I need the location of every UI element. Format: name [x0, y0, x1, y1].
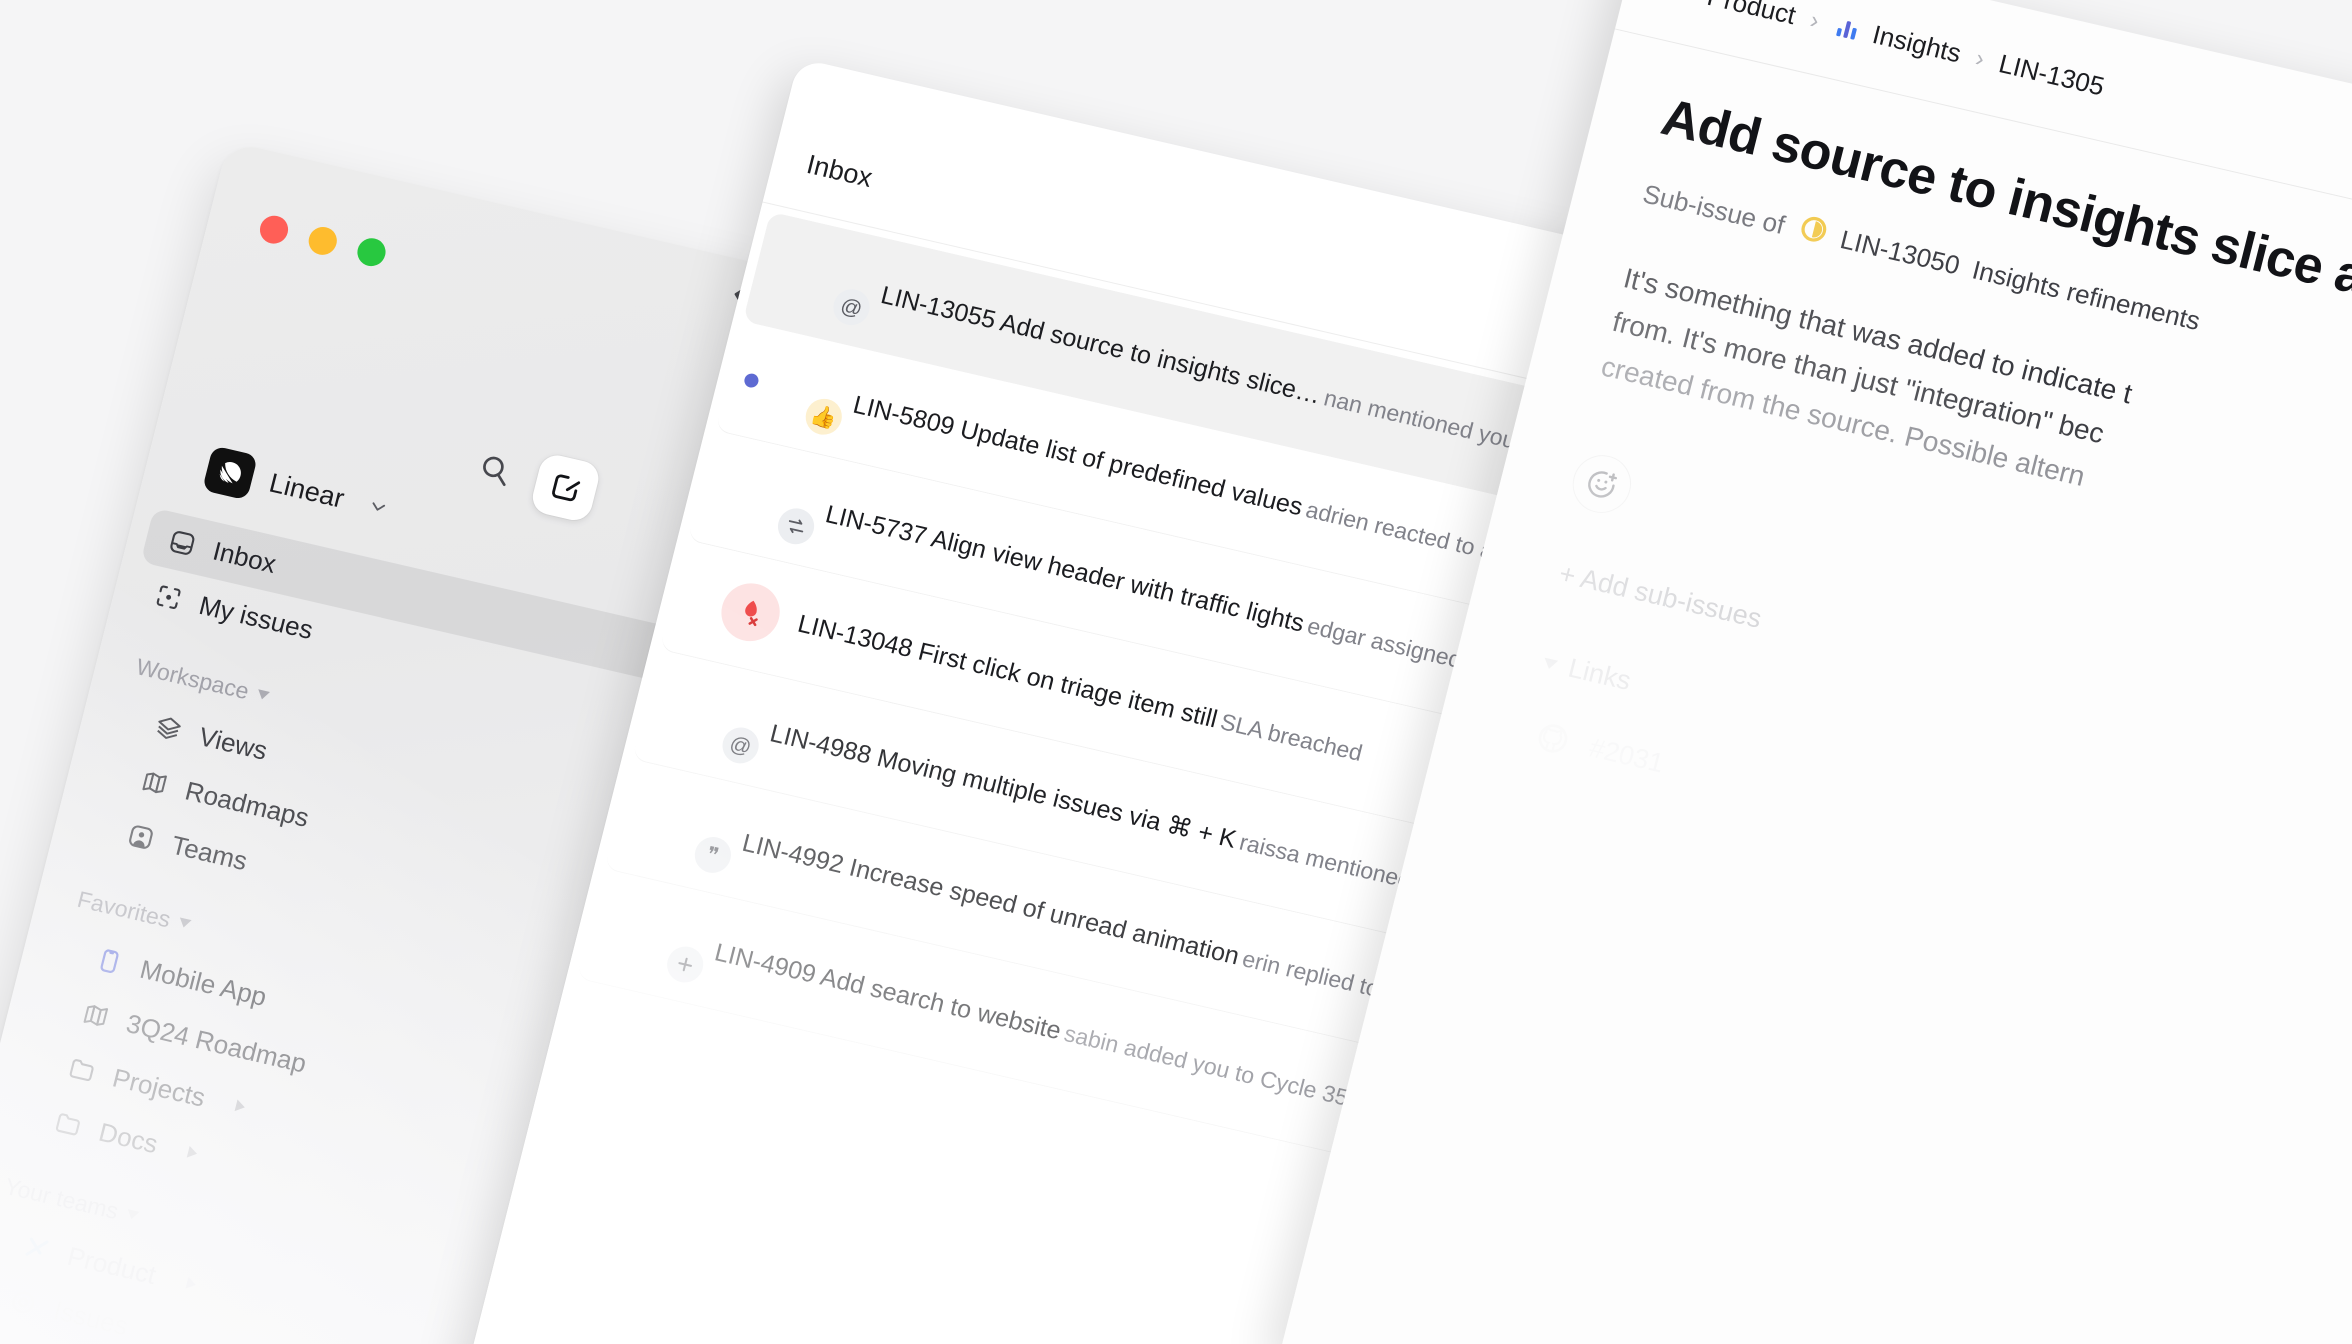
status-in-progress-icon: [1793, 211, 1831, 254]
unread-spacer: [634, 817, 648, 820]
sidebar-item-label: Inbox: [209, 535, 280, 579]
sidebar-section-label: Favorites: [74, 885, 174, 932]
mention-icon: @: [718, 723, 763, 767]
breadcrumb-item-issue-id[interactable]: LIN-1305: [1996, 48, 2108, 102]
window-traffic-lights[interactable]: [256, 212, 389, 269]
insights-bars-icon: [1836, 20, 1857, 39]
avatar: [743, 468, 819, 548]
breadcrumb-label: Product: [1704, 0, 1799, 31]
assign-icon: [774, 504, 819, 548]
sidebar-item-label: Views: [196, 720, 271, 766]
add-reaction-button[interactable]: [1566, 449, 1638, 519]
teams-icon: [124, 820, 158, 853]
sidebar-item-label: My issues: [196, 589, 317, 645]
avatar: [715, 577, 786, 647]
close-window-button[interactable]: [256, 212, 292, 247]
layers-icon: [151, 712, 185, 745]
avatar: [632, 906, 708, 986]
breadcrumb-separator: ›: [1807, 6, 1822, 35]
chevron-down-icon: [1542, 657, 1559, 670]
link-label: #2031: [1586, 732, 1667, 779]
unread-spacer: [717, 489, 731, 492]
parent-issue-id[interactable]: LIN-13050: [1837, 224, 1963, 281]
breadcrumb: Product › Insights › LIN-1305: [1665, 0, 2107, 102]
add-reaction-icon: [1588, 471, 1618, 498]
sub-issue-of-label: Sub-issue of: [1639, 178, 1789, 241]
breadcrumb-separator: ›: [1972, 44, 1988, 73]
workspace-switcher[interactable]: Linear: [201, 445, 394, 531]
chevron-down-icon: [177, 917, 192, 929]
avatar: @: [798, 249, 874, 329]
folder-icon: [65, 1053, 99, 1086]
breadcrumb-item-insights[interactable]: Insights: [1830, 10, 1964, 69]
issue-description: It's something that was added to indicat…: [1596, 256, 2352, 635]
issues-icon: [6, 1286, 40, 1319]
thumbs-up-icon: 👍: [801, 395, 846, 439]
compose-icon: [552, 474, 581, 502]
minimize-window-button[interactable]: [305, 224, 340, 258]
inbox-row-subtitle: nan mentioned you: [1321, 383, 1519, 454]
linear-logo-icon: [201, 445, 259, 501]
link-item[interactable]: #2031: [1531, 717, 1668, 781]
add-sub-issues-button[interactable]: + Add sub-issues: [1556, 558, 1765, 634]
sidebar-actions: [471, 438, 603, 524]
avatar: ❞: [660, 797, 735, 877]
chevron-right-icon[interactable]: [185, 1276, 197, 1291]
chevron-down-icon: [255, 689, 270, 701]
parent-issue-title[interactable]: Insights refinements: [1969, 255, 2203, 337]
sidebar-item-label: Product: [64, 1240, 160, 1290]
unread-spacer: [606, 927, 620, 930]
screenshot-stage: Linear Inbox 1 My issues Worksp: [0, 0, 2352, 1344]
github-icon: [1538, 724, 1568, 753]
inbox-row-subtitle: SLA breached: [1218, 707, 1366, 766]
zoom-window-button[interactable]: [354, 235, 389, 269]
unread-spacer: [689, 598, 703, 601]
sidebar-item-label: Teams: [168, 829, 251, 876]
plus-icon: [663, 942, 708, 986]
product-team-icon: [20, 1231, 54, 1264]
chevron-down-icon: [125, 1209, 139, 1221]
mobile-icon: [92, 945, 126, 978]
inbox-panel-title: Inbox: [803, 149, 876, 194]
links-section-label: Links: [1565, 652, 1635, 697]
search-icon[interactable]: [473, 449, 516, 494]
my-issues-icon: [152, 581, 186, 614]
chevron-right-icon[interactable]: [186, 1146, 199, 1160]
chevron-down-icon[interactable]: [364, 494, 391, 520]
unread-spacer: [661, 708, 675, 711]
sidebar-item-label: Projects: [109, 1061, 209, 1113]
workspace-name: Linear: [266, 467, 348, 514]
unread-dot: [742, 372, 760, 389]
folder-icon: [51, 1107, 85, 1140]
compose-new-issue-button[interactable]: [529, 451, 603, 524]
avatar: @: [687, 687, 763, 767]
product-team-icon: [1665, 0, 1699, 7]
unread-spacer: [772, 269, 786, 272]
breadcrumb-item-product[interactable]: Product: [1665, 0, 1799, 31]
sidebar-item-label: Issues: [50, 1294, 132, 1341]
breadcrumb-label: LIN-1305: [1995, 48, 2108, 102]
mention-icon: @: [829, 285, 874, 329]
links-section-header[interactable]: Links: [1542, 647, 1634, 697]
chevron-right-icon[interactable]: [234, 1099, 247, 1114]
avatar: 👍: [771, 359, 846, 439]
breadcrumb-label: Insights: [1869, 19, 1965, 69]
map-icon: [138, 766, 172, 799]
reply-icon: ❞: [690, 833, 735, 877]
sidebar-item-label: Docs: [95, 1116, 162, 1159]
map-icon: [79, 999, 113, 1032]
inbox-icon: [165, 526, 199, 559]
sla-fire-icon: [745, 600, 758, 627]
inbox-row-subtitle: sabin added you to Cycle 358: [1061, 1019, 1364, 1113]
